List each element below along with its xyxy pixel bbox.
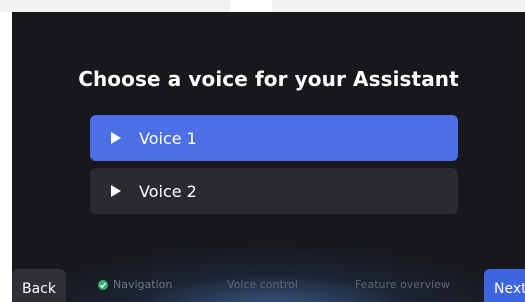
voice-option-label: Voice 2 bbox=[139, 181, 197, 201]
step-navigation: Navigation bbox=[98, 278, 172, 291]
voice-option-label: Voice 1 bbox=[139, 128, 197, 148]
voice-option-2[interactable]: Voice 2 bbox=[90, 168, 458, 214]
step-label: Voice control bbox=[227, 278, 298, 291]
voice-option-1[interactable]: Voice 1 bbox=[90, 115, 458, 161]
play-icon[interactable] bbox=[110, 132, 122, 144]
step-label: Navigation bbox=[113, 278, 173, 291]
back-button[interactable]: Back bbox=[12, 269, 66, 302]
top-notch bbox=[230, 0, 272, 12]
next-button[interactable]: Next bbox=[484, 269, 525, 302]
play-icon[interactable] bbox=[110, 185, 122, 197]
check-circle-icon bbox=[98, 279, 108, 290]
assistant-setup-screen: Choose a voice for your Assistant Voice … bbox=[12, 12, 525, 302]
step-feature-overview: Feature overview bbox=[355, 278, 450, 291]
page-title: Choose a voice for your Assistant bbox=[78, 67, 459, 91]
step-voice-control: Voice control bbox=[227, 278, 298, 291]
step-label: Feature overview bbox=[355, 278, 450, 291]
